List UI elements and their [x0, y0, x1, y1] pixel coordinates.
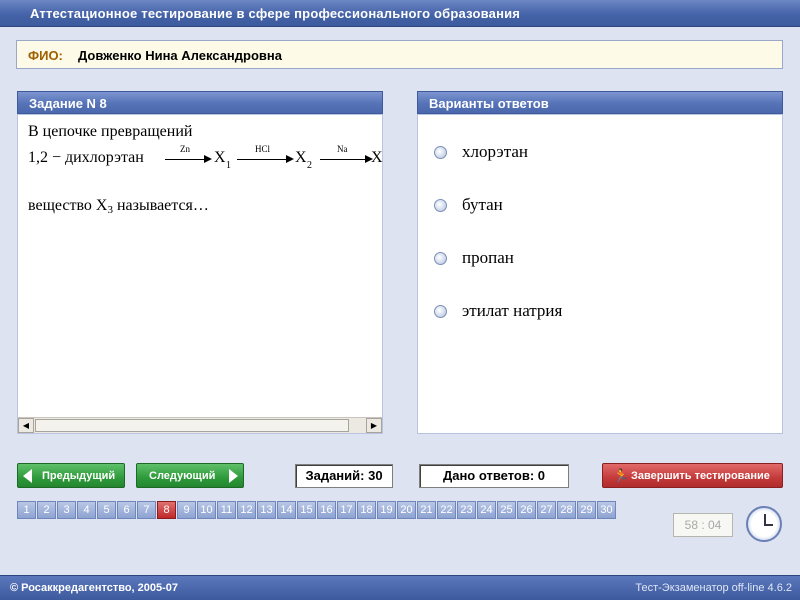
answer-label: бутан [462, 195, 503, 214]
page-button-16[interactable]: 16 [317, 501, 336, 519]
answers-panel: хлорэтан бутан пропан этилат натрия [417, 114, 783, 434]
page-button-20[interactable]: 20 [397, 501, 416, 519]
x3-label: X [371, 149, 383, 166]
footer-copyright: © Росаккредагентство, 2005-07 [10, 582, 179, 594]
task-hscrollbar[interactable]: ◀ ▶ [18, 417, 382, 433]
page-button-11[interactable]: 11 [217, 501, 236, 519]
finish-test-button[interactable]: 🏃 Завершить тестирование [602, 463, 783, 488]
page-button-24[interactable]: 24 [477, 501, 496, 519]
page-button-5[interactable]: 5 [97, 501, 116, 519]
answer-label: пропан [462, 248, 514, 267]
answered-count: Дано ответов: 0 [419, 464, 569, 488]
footer-version: Тест-Экзаменатор off-line 4.6.2 [635, 582, 792, 594]
next-button[interactable]: Следующий [136, 463, 244, 488]
answers-panel-header: Варианты ответов [417, 91, 783, 114]
question-suffix: называется… [112, 197, 209, 214]
radio-icon[interactable] [434, 305, 447, 318]
fio-name: Довженко Нина Александровна [78, 48, 282, 63]
page-button-7[interactable]: 7 [137, 501, 156, 519]
arrow-1-head [204, 155, 212, 163]
page-button-26[interactable]: 26 [517, 501, 536, 519]
page-button-17[interactable]: 17 [337, 501, 356, 519]
scroll-right-button[interactable]: ▶ [366, 418, 382, 433]
page-button-28[interactable]: 28 [557, 501, 576, 519]
x2-sub: 2 [307, 160, 312, 171]
page-button-19[interactable]: 19 [377, 501, 396, 519]
clock-icon [746, 506, 782, 542]
x1-label: X [214, 149, 226, 166]
finish-label: Завершить тестирование [631, 470, 770, 482]
radio-icon[interactable] [434, 199, 447, 212]
task-header-label: Задание N 8 [29, 96, 107, 111]
previous-label: Предыдущий [42, 470, 116, 482]
answer-label: хлорэтан [462, 142, 528, 161]
page-button-18[interactable]: 18 [357, 501, 376, 519]
page-button-8[interactable]: 8 [157, 501, 176, 519]
footer: © Росаккредагентство, 2005-07 Тест-Экзам… [0, 575, 800, 600]
answer-label: этилат натрия [462, 301, 563, 320]
clock-hand-hour [764, 524, 773, 526]
page-button-13[interactable]: 13 [257, 501, 276, 519]
task-panel: В цепочке превращений 1,2 − дихлорэтан Z… [17, 114, 383, 434]
previous-button[interactable]: Предыдущий [17, 463, 125, 488]
page-button-29[interactable]: 29 [577, 501, 596, 519]
next-label: Следующий [149, 470, 216, 482]
arrow-3 [320, 159, 368, 160]
task-panel-header: Задание N 8 [17, 91, 383, 114]
question-prefix: вещество X [28, 197, 108, 214]
arrow-2 [237, 159, 289, 160]
page-button-3[interactable]: 3 [57, 501, 76, 519]
page-button-10[interactable]: 10 [197, 501, 216, 519]
arrow-2-head [286, 155, 294, 163]
tasks-count: Заданий: 30 [295, 464, 393, 488]
page-button-21[interactable]: 21 [417, 501, 436, 519]
scroll-thumb[interactable] [35, 419, 349, 432]
page-button-25[interactable]: 25 [497, 501, 516, 519]
answers-header-label: Варианты ответов [429, 96, 549, 111]
page-button-23[interactable]: 23 [457, 501, 476, 519]
app-title: Аттестационное тестирование в сфере проф… [30, 6, 521, 21]
arrow-left-icon [23, 469, 32, 483]
arrow-right-icon [229, 469, 238, 483]
reagent-3: Na [337, 144, 348, 154]
page-button-2[interactable]: 2 [37, 501, 56, 519]
reaction-chain: 1,2 − дихлорэтан Zn X 1 HCl X 2 Na X [28, 144, 384, 171]
radio-icon[interactable] [434, 146, 447, 159]
reagent-1: Zn [180, 144, 190, 154]
x1-sub: 1 [226, 160, 231, 171]
arrow-1 [165, 159, 209, 160]
reagent-2: HCl [255, 144, 271, 154]
page-button-22[interactable]: 22 [437, 501, 456, 519]
runner-icon: 🏃 [613, 468, 630, 483]
page-button-9[interactable]: 9 [177, 501, 196, 519]
task-line1: В цепочке превращений [28, 123, 193, 140]
chain-start: 1,2 − дихлорэтан [28, 149, 144, 166]
task-question: вещество X3 называется… [28, 197, 209, 216]
page-button-27[interactable]: 27 [537, 501, 556, 519]
fio-box: ФИО: Довженко Нина Александровна [16, 40, 783, 69]
timer: 58 : 04 [673, 513, 733, 537]
page-button-14[interactable]: 14 [277, 501, 296, 519]
scroll-left-button[interactable]: ◀ [18, 418, 34, 433]
page-button-30[interactable]: 30 [597, 501, 616, 519]
x2-label: X [295, 149, 307, 166]
page-button-4[interactable]: 4 [77, 501, 96, 519]
page-button-12[interactable]: 12 [237, 501, 256, 519]
radio-icon[interactable] [434, 252, 447, 265]
fio-label: ФИО: [28, 48, 63, 63]
title-bar: Аттестационное тестирование в сфере проф… [0, 0, 800, 27]
page-button-15[interactable]: 15 [297, 501, 316, 519]
page-button-6[interactable]: 6 [117, 501, 136, 519]
page-button-1[interactable]: 1 [17, 501, 36, 519]
